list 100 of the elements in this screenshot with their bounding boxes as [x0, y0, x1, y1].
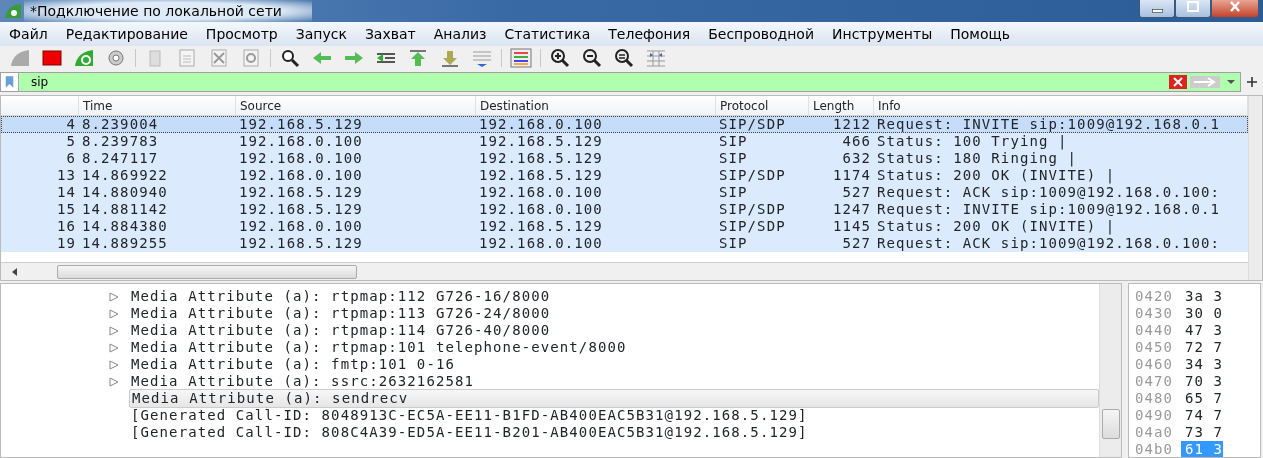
packet-row[interactable]: 14 14.880940 192.168.5.129 192.168.0.100 SIP 527 Request: ACK sip:1009@192.168.0.100: [1, 184, 1248, 201]
zoom-out-icon[interactable] [581, 48, 603, 68]
table-cell-text: SIP/SDP [718, 218, 787, 235]
table-cell-text: 192.168.5.129 [478, 150, 604, 167]
expand-triangle-icon[interactable] [109, 308, 119, 319]
menu-item[interactable]: Анализ [424, 22, 496, 46]
tree-item[interactable]: Media Attribute (a): rtpmap:113 G726-24/8000 [129, 305, 553, 322]
table-cell-text: 8.239783 [81, 133, 160, 150]
table-cell-text: 1212 [831, 116, 872, 133]
clear-icon[interactable] [1169, 75, 1187, 89]
tree-item[interactable]: Media Attribute (a): ssrc:2632162581 [129, 373, 477, 390]
offset-text: 0450 [1134, 339, 1175, 356]
tree-item[interactable]: [Generated Call-ID: 8048913C-EC5A-EE11-B1FD-AB400EAC5B31@192.168.5.129] [129, 407, 810, 424]
table-cell-text: Status: 180 Ringing | [876, 150, 1079, 167]
expand-triangle-icon[interactable] [109, 325, 119, 336]
table-cell-text: 1174 [831, 167, 872, 184]
packet-row[interactable]: 6 8.247117 192.168.0.100 192.168.5.129 SIP 632 Status: 180 Ringing | [1, 150, 1248, 167]
table-cell-text: 527 [841, 184, 872, 201]
menu-item[interactable]: Запуск [286, 22, 356, 46]
tree-item[interactable]: Media Attribute (a): rtpmap:101 telephone-event/8000 [129, 339, 629, 356]
zoom-reset-icon[interactable] [613, 48, 635, 68]
tree-item[interactable]: Media Attribute (a): fmtp:101 0-16 [129, 356, 457, 373]
search-icon[interactable] [279, 48, 301, 68]
table-cell-text: Request: INVITE sip:1009@192.168.0.1 [876, 116, 1222, 133]
expand-triangle-icon[interactable] [109, 342, 119, 353]
hex-bytes[interactable]: 34 3 [1181, 356, 1224, 373]
table-cell-text: SIP/SDP [718, 116, 787, 133]
tree-item[interactable]: Media Attribute (a): rtpmap:112 G726-16/8000 [129, 288, 553, 305]
plus-icon[interactable] [1247, 77, 1257, 87]
close-file-icon[interactable] [208, 48, 230, 68]
table-cell-text: Request: INVITE sip:1009@192.168.0.1 [876, 201, 1222, 218]
bookmark-icon[interactable] [1, 73, 19, 91]
up-arrow-icon[interactable] [407, 48, 429, 68]
table-cell-text: SIP [718, 133, 749, 150]
gear-icon[interactable] [105, 48, 127, 68]
menu-item[interactable]: Статистика [495, 22, 600, 46]
table-cell-text: 192.168.5.129 [478, 167, 604, 184]
reload-icon[interactable] [240, 48, 262, 68]
vertical-scrollbar[interactable] [1099, 284, 1121, 457]
maximize-button[interactable] [1175, 0, 1211, 18]
table-cell-text: Status: 100 Trying | [876, 133, 1069, 150]
hex-bytes[interactable]: 73 7 [1181, 424, 1224, 441]
menu-item[interactable]: Просмотр [196, 22, 287, 46]
table-cell-text: 192.168.5.129 [238, 235, 364, 252]
table-cell-text: 527 [841, 235, 872, 252]
table-cell-text: 13 [55, 167, 77, 184]
filter-input[interactable]: sip [19, 73, 1119, 91]
hex-bytes[interactable]: 70 3 [1181, 373, 1224, 390]
menu-item[interactable]: Файл [0, 22, 57, 46]
table-cell-text: 14.880940 [81, 184, 169, 201]
packet-row[interactable]: 13 14.869922 192.168.0.100 192.168.5.129 SIP/SDP 1174 Status: 200 OK (INVITE) | [1, 167, 1248, 184]
restart-icon[interactable] [73, 48, 95, 68]
tree-item[interactable]: Media Attribute (a): sendrecv [129, 389, 1099, 408]
minimize-button[interactable] [1139, 0, 1175, 18]
columns-icon[interactable] [645, 48, 667, 68]
maximize-icon [1186, 0, 1200, 14]
table-cell-text: 192.168.0.100 [478, 201, 604, 218]
table-cell-text: 14.884380 [81, 218, 169, 235]
hex-bytes[interactable]: 47 3 [1181, 322, 1224, 339]
menu-item[interactable]: Инструменты [823, 22, 942, 46]
table-cell-text: 1145 [831, 218, 872, 235]
tree-item[interactable]: [Generated Call-ID: 808C4A39-ED5A-EE11-B201-AB400EAC5B31@192.168.5.129] [129, 424, 810, 441]
menu-item[interactable]: Захват [355, 22, 425, 46]
table-cell-text: 192.168.0.100 [238, 150, 364, 167]
table-cell-text: SIP [718, 184, 749, 201]
hex-bytes[interactable]: 30 0 [1181, 305, 1224, 322]
list-icon[interactable] [471, 48, 493, 68]
expand-triangle-icon[interactable] [109, 291, 119, 302]
menu-item[interactable]: Беспроводной [699, 22, 824, 46]
stop-icon[interactable] [41, 48, 63, 68]
hex-bytes[interactable]: 3a 3 [1181, 288, 1224, 305]
hex-bytes[interactable]: 72 7 [1181, 339, 1224, 356]
hex-bytes[interactable]: 65 7 [1181, 390, 1224, 407]
packet-row[interactable]: 19 14.889255 192.168.5.129 192.168.0.100 SIP 527 Request: ACK sip:1009@192.168.0.100: [1, 235, 1248, 252]
vertical-scrollbar[interactable] [1248, 96, 1262, 280]
hex-bytes[interactable]: 74 7 [1181, 407, 1224, 424]
menu-item[interactable]: Помощь [941, 22, 1019, 46]
table-cell-text: Request: ACK sip:1009@192.168.0.100: [876, 184, 1222, 201]
close-icon [1228, 0, 1242, 14]
dropdown-caret-icon[interactable] [1226, 78, 1236, 86]
packet-row[interactable]: 16 14.884380 192.168.0.100 192.168.5.129 SIP/SDP 1145 Status: 200 OK (INVITE) | [1, 218, 1248, 235]
offset-text: 0420 [1134, 288, 1175, 305]
down-arrow-icon[interactable] [439, 48, 461, 68]
table-cell-text: 19 [55, 235, 77, 252]
tree-item[interactable]: Media Attribute (a): rtpmap:114 G726-40/8000 [129, 322, 553, 339]
colored-lines-icon[interactable] [510, 48, 532, 68]
table-cell-text: SIP/SDP [718, 201, 787, 218]
packet-row[interactable]: 15 14.881142 192.168.5.129 192.168.0.100 SIP/SDP 1247 Request: INVITE sip:1009@192.168.0.1 [1, 201, 1248, 218]
menu-item[interactable]: Телефония [599, 22, 700, 46]
expand-triangle-icon[interactable] [109, 376, 119, 387]
expand-triangle-icon[interactable] [109, 359, 119, 370]
table-cell-text: 192.168.5.129 [238, 116, 364, 133]
table-cell-text: 192.168.0.100 [238, 167, 364, 184]
horizontal-scrollbar[interactable] [1, 262, 1248, 280]
packet-row[interactable]: 5 8.239783 192.168.0.100 192.168.5.129 SIP 466 Status: 100 Trying | [1, 133, 1248, 150]
packet-row[interactable]: 4 8.239004 192.168.5.129 192.168.0.100 SIP/SDP 1212 Request: INVITE sip:1009@192.168.0.1 [1, 116, 1248, 133]
close-button[interactable] [1211, 0, 1259, 18]
menu-item[interactable]: Редактирование [56, 22, 197, 46]
zoom-in-icon[interactable] [549, 48, 571, 68]
filter-field[interactable]: sip [0, 72, 1241, 92]
